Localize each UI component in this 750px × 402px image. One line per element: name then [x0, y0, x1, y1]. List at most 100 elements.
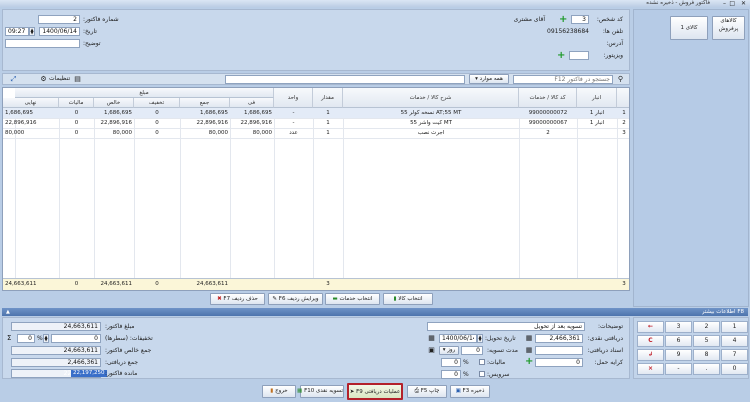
key-3[interactable]: 3: [665, 321, 692, 333]
cell-fee: 80,000: [252, 130, 272, 136]
discount-amount-input[interactable]: [51, 334, 101, 343]
service-label: سرویس:: [487, 371, 510, 378]
cell-desc: نسخه کولر 55 AT;55 MT: [400, 110, 462, 116]
discount-percent-input[interactable]: [17, 334, 35, 343]
settle-period-input[interactable]: [461, 346, 483, 355]
invoice-number-input[interactable]: [38, 15, 80, 24]
col-row[interactable]: [617, 88, 629, 108]
goods-1-button[interactable]: کالای 1: [670, 16, 708, 40]
col-tax[interactable]: مالیات: [59, 98, 94, 108]
col-discount[interactable]: تخفیف: [134, 98, 180, 108]
add-shipping-icon[interactable]: +: [525, 357, 533, 367]
price-list-button[interactable]: کالاهای پرفروش: [712, 16, 745, 40]
cell-warehouse: [577, 128, 617, 138]
total-row-count: 3: [622, 281, 626, 287]
edit-row-button[interactable]: ویرایش ردیف F6 ✎: [268, 293, 323, 305]
phone-label: تلفن ها:: [602, 28, 623, 35]
close-icon[interactable]: ✕: [741, 0, 746, 7]
discount-spinner[interactable]: ▲ ▼: [43, 334, 49, 343]
header-panel: شماره فاکتور: ▲▼ تاریخ: توضیح: کد شخص: +…: [2, 9, 630, 71]
calculator-icon[interactable]: ▦: [525, 334, 533, 343]
received-docs-input[interactable]: [535, 346, 583, 355]
description-input[interactable]: [5, 39, 80, 48]
search-icon[interactable]: ⚲: [616, 75, 625, 84]
window-title: فاکتور فروش - ذخیره نشده: [646, 0, 710, 6]
time-input[interactable]: [5, 27, 29, 36]
minimize-icon[interactable]: –: [723, 0, 726, 7]
enter-key[interactable]: ↲: [637, 349, 664, 361]
exit-button[interactable]: خروج ▮: [262, 385, 296, 398]
docs-icon[interactable]: ▦: [525, 346, 533, 355]
col-net[interactable]: خالص: [94, 98, 134, 108]
exit-icon: ▮: [270, 388, 274, 394]
cash-received-input[interactable]: [535, 334, 583, 343]
col-code[interactable]: کد کالا / خدمات: [519, 88, 577, 108]
cell-row: 2: [622, 120, 626, 126]
key-1[interactable]: 1: [721, 321, 748, 333]
gear-icon[interactable]: ⚙: [39, 75, 48, 84]
cash-settle-button[interactable]: تسویه نقدی F10 ▦: [297, 385, 344, 398]
col-warehouse[interactable]: انبار: [577, 88, 617, 108]
key-5[interactable]: 5: [693, 335, 720, 347]
shipping-input[interactable]: [535, 358, 583, 367]
sigma-icon[interactable]: Σ: [7, 334, 11, 343]
tax-checkbox[interactable]: [479, 359, 485, 365]
time-spinner[interactable]: ▲ ▼: [29, 27, 35, 36]
date-input[interactable]: [39, 27, 80, 36]
settings-label[interactable]: تنظیمات: [49, 74, 70, 84]
service-percent-input[interactable]: [441, 370, 461, 379]
maximize-icon[interactable]: □: [729, 0, 735, 7]
select-goods-button[interactable]: انتخاب کالا ▮: [383, 293, 433, 305]
cell-fee: 1,686,695: [244, 110, 272, 116]
customer-code-input[interactable]: [571, 15, 589, 24]
filter-input[interactable]: [225, 75, 465, 84]
invoice-grid[interactable]: مبلغ نهایی مالیات خالص تخفیف جمع فی واحد…: [2, 87, 630, 291]
notes-input[interactable]: [427, 322, 585, 331]
search-input[interactable]: [513, 75, 613, 84]
cell-unit: -: [292, 120, 295, 126]
all-items-dropdown[interactable]: همه موارد ▾: [469, 74, 509, 84]
calendar-icon[interactable]: ▦: [427, 334, 436, 343]
collapse-icon[interactable]: ▲: [6, 308, 10, 316]
tax-percent-input[interactable]: [441, 358, 461, 367]
dot-key[interactable]: .: [693, 363, 720, 375]
minus-key[interactable]: -: [665, 363, 692, 375]
key-0[interactable]: 0: [721, 363, 748, 375]
more-info-bar[interactable]: F8 اطلاعات بیشتر ▲: [2, 308, 748, 316]
key-8[interactable]: 8: [693, 349, 720, 361]
multiply-key[interactable]: ×: [637, 363, 664, 375]
layout-icon[interactable]: ▤: [73, 75, 82, 84]
add-visitor-icon[interactable]: +: [557, 51, 565, 61]
col-qty[interactable]: مقدار: [313, 88, 343, 108]
col-total[interactable]: جمع: [180, 98, 230, 108]
col-final[interactable]: نهایی: [3, 98, 59, 108]
col-fee[interactable]: فی: [230, 98, 274, 108]
service-checkbox[interactable]: [479, 371, 485, 377]
key-9[interactable]: 9: [665, 349, 692, 361]
col-desc[interactable]: شرح کالا / خدمات: [343, 88, 519, 108]
key-2[interactable]: 2: [693, 321, 720, 333]
expand-icon[interactable]: ⤢: [9, 75, 18, 84]
key-7[interactable]: 7: [721, 349, 748, 361]
key-6[interactable]: 6: [665, 335, 692, 347]
col-unit[interactable]: واحد: [274, 88, 313, 108]
delivery-date-spinner[interactable]: ▲ ▼: [477, 334, 483, 343]
print-button[interactable]: چاپ F5 ⎙: [407, 385, 447, 398]
visitor-input[interactable]: [569, 51, 589, 60]
key-4[interactable]: 4: [721, 335, 748, 347]
cell-code: 99000000072: [528, 110, 568, 116]
select-services-button[interactable]: انتخاب خدمات ▬: [325, 293, 380, 305]
delivery-date-input[interactable]: [439, 334, 477, 343]
cell-tax: 0: [74, 120, 79, 126]
delete-row-button[interactable]: حذف ردیف F7 ✖: [210, 293, 265, 305]
save-button[interactable]: ذخیره F3 ▣: [450, 385, 490, 398]
receive-ops-button[interactable]: عملیات دریافتی F9 ➤: [347, 383, 403, 400]
backspace-key[interactable]: ←: [637, 321, 664, 333]
delete-icon: ✖: [217, 296, 222, 302]
keypad: 1 2 3 ← 4 5 6 C 7 8 9 ↲ 0. - ×: [633, 317, 749, 379]
clear-key[interactable]: C: [637, 335, 664, 347]
period-unit-dropdown[interactable]: روز ▾: [439, 346, 459, 355]
cell-qty: 1: [326, 130, 330, 136]
lock-icon[interactable]: ▣: [427, 346, 436, 355]
add-customer-icon[interactable]: +: [559, 15, 567, 25]
